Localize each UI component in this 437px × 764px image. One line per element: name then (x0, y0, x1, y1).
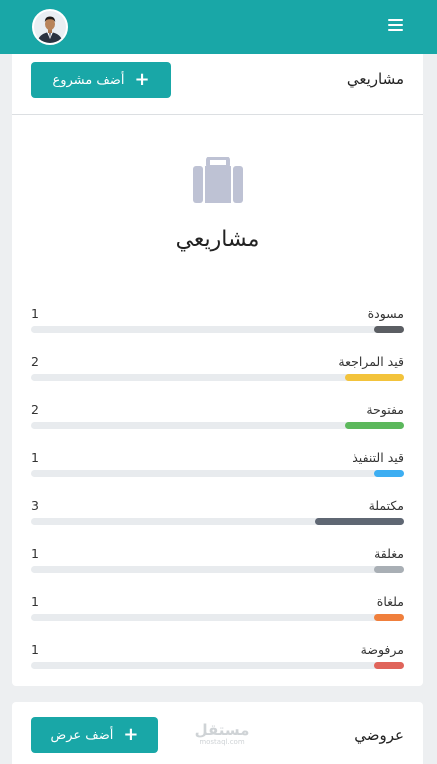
status-row: ملغاة 1 (31, 594, 404, 624)
status-progress-fill (345, 422, 404, 429)
status-progress-track (31, 566, 404, 573)
watermark-main: مستقل (194, 721, 250, 739)
status-label: مسودة (367, 306, 404, 321)
status-count: 1 (31, 306, 39, 321)
status-count: 1 (31, 546, 39, 561)
projects-title: مشاريعي (346, 70, 404, 88)
status-row: قيد التنفيذ 1 (31, 450, 404, 480)
offers-title: عروضي (354, 726, 404, 744)
status-count: 2 (31, 354, 39, 369)
status-progress-fill (374, 326, 404, 333)
status-progress-track (31, 662, 404, 669)
add-offer-button[interactable]: + أضف عرض (31, 717, 158, 753)
status-count: 2 (31, 402, 39, 417)
status-row: مرفوضة 1 (31, 642, 404, 672)
status-progress-track (31, 614, 404, 621)
status-count: 1 (31, 594, 39, 609)
status-count: 3 (31, 498, 39, 513)
top-bar (0, 0, 437, 54)
add-project-button[interactable]: + أضف مشروع (31, 62, 171, 98)
projects-card: مشاريعي + أضف مشروع مشاريعي مسودة 1 قيد ال… (12, 54, 423, 686)
status-label: مرفوضة (360, 642, 404, 657)
status-progress-fill (315, 518, 404, 525)
status-label: مفتوحة (366, 402, 404, 417)
user-avatar-icon (34, 11, 66, 43)
status-row: قيد المراجعة 2 (31, 354, 404, 384)
status-progress-track (31, 422, 404, 429)
briefcase-icon (193, 157, 243, 203)
status-label: قيد المراجعة (338, 354, 404, 369)
status-count: 1 (31, 642, 39, 657)
status-label: مغلقة (374, 546, 404, 561)
mostaql-watermark: مستقل mostaql.com (192, 722, 252, 746)
status-row: مفتوحة 2 (31, 402, 404, 432)
add-project-label: أضف مشروع (52, 72, 125, 88)
plus-icon: + (123, 724, 139, 745)
projects-card-header: مشاريعي + أضف مشروع (12, 54, 423, 115)
status-progress-fill (374, 470, 404, 477)
status-progress-fill (374, 662, 404, 669)
avatar[interactable] (32, 9, 68, 45)
status-row: مكتملة 3 (31, 498, 404, 528)
status-progress-track (31, 374, 404, 381)
status-row: مسودة 1 (31, 306, 404, 336)
status-progress-fill (345, 374, 404, 381)
status-label: ملغاة (376, 594, 404, 609)
status-label: قيد التنفيذ (352, 450, 404, 465)
status-count: 1 (31, 450, 39, 465)
watermark-sub: mostaql.com (199, 738, 245, 746)
add-offer-label: أضف عرض (50, 727, 114, 743)
status-progress-track (31, 518, 404, 525)
offers-card: عروضي مستقل mostaql.com + أضف عرض (12, 702, 423, 764)
status-progress-track (31, 470, 404, 477)
menu-icon[interactable] (388, 19, 403, 33)
projects-empty-title: مشاريعي (175, 227, 260, 252)
status-progress-fill (374, 614, 404, 621)
status-row: مغلقة 1 (31, 546, 404, 576)
status-progress-fill (374, 566, 404, 573)
status-label: مكتملة (368, 498, 404, 513)
plus-icon: + (134, 69, 150, 90)
status-progress-track (31, 326, 404, 333)
